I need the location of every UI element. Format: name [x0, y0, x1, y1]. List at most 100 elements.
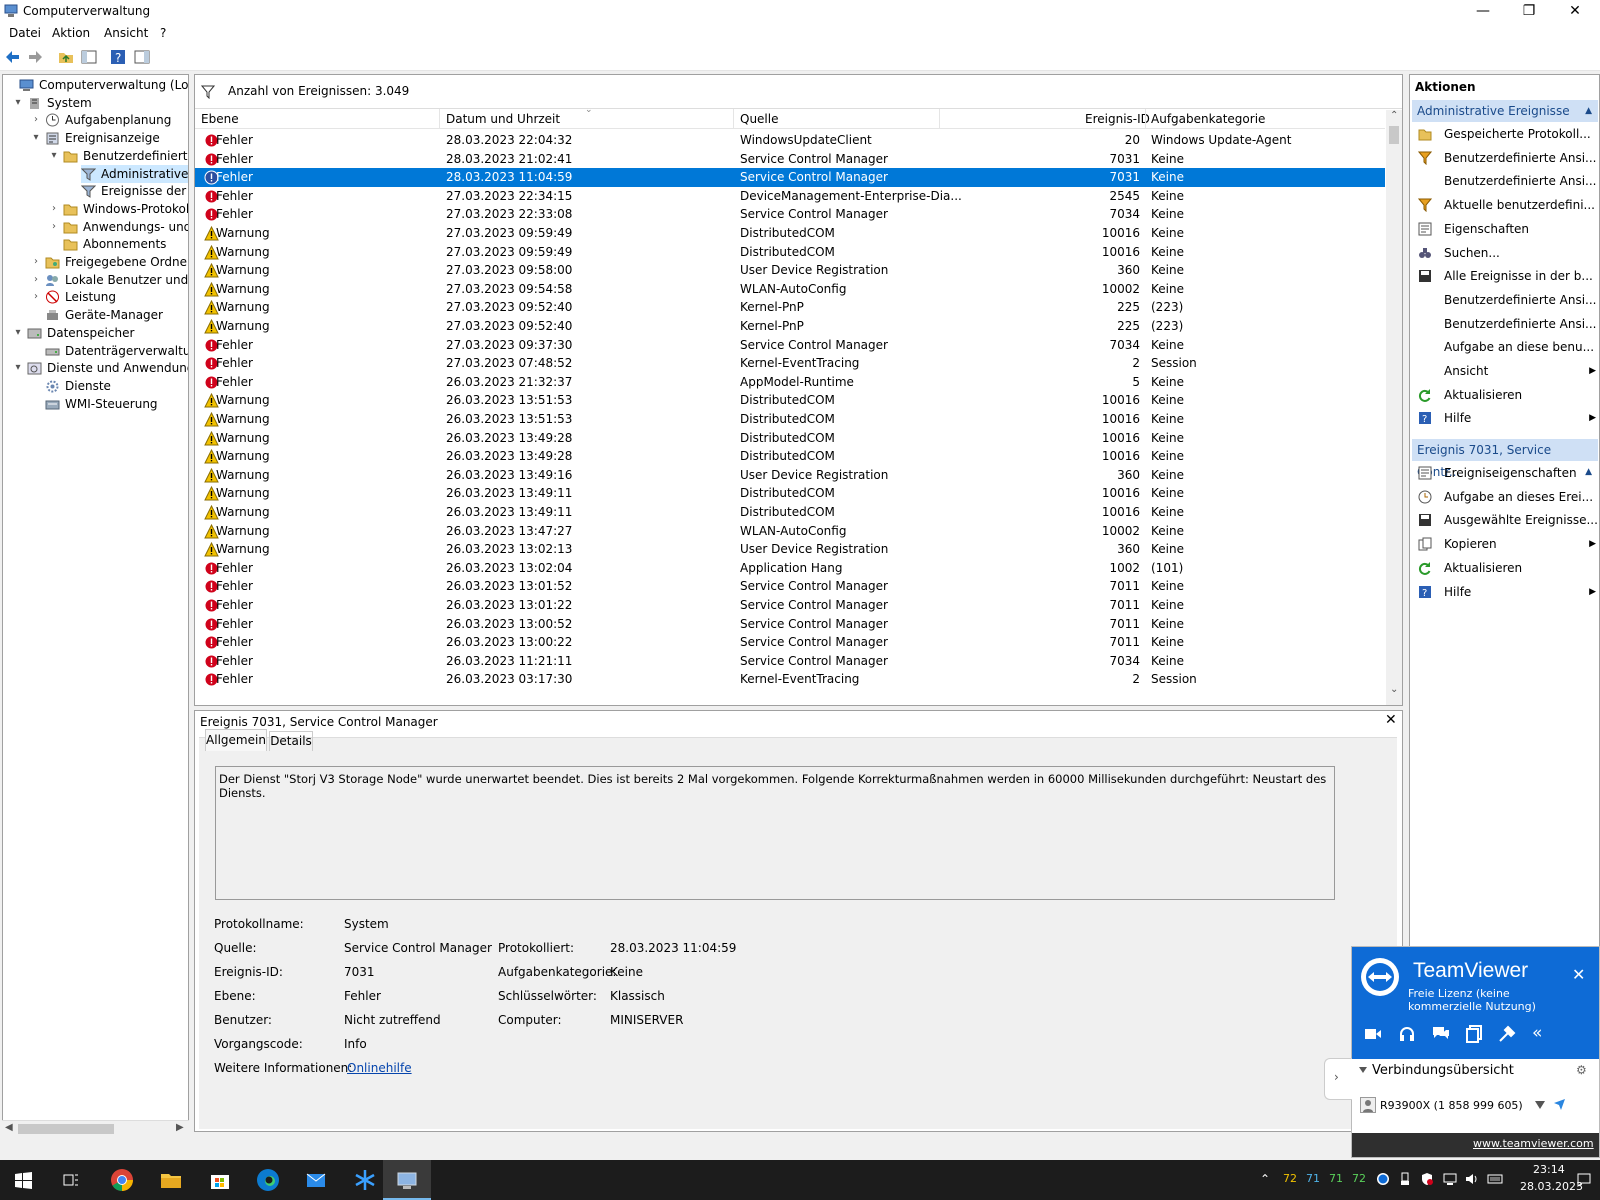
headset-icon[interactable]	[1398, 1025, 1416, 1043]
tree-item[interactable]: Computerverwaltung (Lokal)	[3, 76, 188, 94]
event-row[interactable]: Warnung 26.03.2023 13:49:28 DistributedCOM…	[195, 447, 1385, 466]
tree-item[interactable]: › Windows-Protokolle	[3, 200, 188, 218]
event-row[interactable]: Warnung 26.03.2023 13:51:53 DistributedCOM…	[195, 391, 1385, 410]
keyboard-icon[interactable]	[1487, 1172, 1503, 1186]
tree-item[interactable]: ▾ Dienste und Anwendungen	[3, 359, 188, 377]
col-level[interactable]: Ebene	[201, 112, 239, 126]
col-date[interactable]: Datum und Uhrzeit	[446, 112, 560, 126]
taskbar-active-app[interactable]	[383, 1160, 431, 1200]
up-folder-icon[interactable]	[58, 49, 74, 65]
event-row[interactable]: Warnung 26.03.2023 13:49:11 DistributedCOM…	[195, 503, 1385, 522]
collapse-icon[interactable]: ▲	[1585, 100, 1592, 122]
tree-item[interactable]: ▾ Benutzerdefinierte A	[3, 147, 188, 165]
action-item[interactable]: Benutzerdefinierte Ansi...	[1410, 146, 1599, 170]
action-item[interactable]: Eigenschaften	[1410, 217, 1599, 241]
tree-item[interactable]: Dienste	[3, 377, 187, 395]
action-item[interactable]: Aufgabe an dieses Erei...	[1410, 485, 1599, 509]
tree-item[interactable]: Administrative E	[3, 164, 188, 183]
scroll-left-icon[interactable]: ◀	[5, 1122, 13, 1133]
event-row[interactable]: Fehler 27.03.2023 22:33:08 Service Control…	[195, 205, 1385, 224]
tree-item[interactable]: WMI-Steuerung	[3, 395, 187, 413]
forward-icon[interactable]	[27, 49, 43, 65]
tree-item[interactable]: Datenträgerverwaltung	[3, 342, 188, 360]
event-row[interactable]: Warnung 27.03.2023 09:54:58 WLAN-AutoConfi…	[195, 280, 1385, 299]
col-event-id[interactable]: Ereignis-ID	[1085, 112, 1150, 126]
expanded-chevron-icon[interactable]: ▾	[13, 324, 23, 342]
event-row[interactable]: Fehler 26.03.2023 11:21:11 Service Control…	[195, 652, 1385, 671]
network-icon[interactable]	[1443, 1172, 1457, 1186]
show-hide-action-icon[interactable]	[134, 49, 150, 65]
event-row[interactable]: Fehler 28.03.2023 21:02:41 Service Control…	[195, 150, 1385, 169]
event-row[interactable]: Fehler 26.03.2023 03:17:30 Kernel-EventTra…	[195, 670, 1385, 689]
event-row[interactable]: Warnung 26.03.2023 13:49:16 User Device Re…	[195, 466, 1385, 485]
event-row[interactable]: Fehler 26.03.2023 13:00:22 Service Control…	[195, 633, 1385, 652]
minimize-button[interactable]: —	[1460, 0, 1506, 23]
tree-item[interactable]: Geräte-Manager	[3, 306, 187, 324]
menu-datei[interactable]: Datei	[9, 26, 41, 40]
event-row[interactable]: Fehler 27.03.2023 22:34:15 DeviceManagemen…	[195, 187, 1385, 206]
teamviewer-tray-icon[interactable]	[1376, 1172, 1390, 1186]
col-category[interactable]: Aufgabenkategorie	[1151, 112, 1265, 126]
action-item[interactable]: Aktuelle benutzerdefini...	[1410, 193, 1599, 217]
expanded-chevron-icon[interactable]: ▾	[13, 94, 23, 112]
tree-horizontal-scrollbar[interactable]: ◀ ▶	[2, 1120, 189, 1136]
event-row[interactable]: Fehler 26.03.2023 13:00:52 Service Control…	[195, 615, 1385, 634]
tree-item[interactable]: Abonnements	[3, 235, 187, 253]
expand-down-icon[interactable]	[1358, 1065, 1368, 1075]
tree-item[interactable]: ▾ Datenspeicher	[3, 324, 187, 342]
event-list-scrollbar[interactable]: ⌃ ⌄	[1386, 110, 1402, 705]
menu-help[interactable]: ?	[160, 26, 166, 40]
store-icon[interactable]	[206, 1166, 234, 1194]
event-row[interactable]: Warnung 27.03.2023 09:59:49 DistributedCOM…	[195, 243, 1385, 262]
tree-item[interactable]: › Freigegebene Ordner	[3, 253, 188, 271]
scroll-right-icon[interactable]: ▶	[176, 1122, 184, 1133]
action-item[interactable]: Suchen...	[1410, 241, 1599, 265]
event-row[interactable]: Warnung 26.03.2023 13:02:13 User Device Re…	[195, 540, 1385, 559]
chevron-right-icon[interactable]: ›	[1334, 1070, 1339, 1084]
action-item[interactable]: Aufgabe an diese benu...	[1410, 335, 1599, 359]
expanded-chevron-icon[interactable]: ▾	[31, 129, 41, 147]
action-item[interactable]: Ausgewählte Ereignisse...	[1410, 508, 1599, 532]
event-row[interactable]: Fehler 27.03.2023 09:37:30 Service Control…	[195, 336, 1385, 355]
collapsed-chevron-icon[interactable]: ›	[31, 111, 41, 129]
action-item[interactable]: Aktualisieren	[1410, 383, 1599, 407]
action-item[interactable]: ? Hilfe ▶	[1410, 580, 1599, 604]
collapsed-chevron-icon[interactable]: ›	[31, 288, 41, 306]
action-item[interactable]: Kopieren ▶	[1410, 532, 1599, 556]
tree-item[interactable]: Ereignisse der Zu	[3, 182, 188, 200]
task-view-icon[interactable]	[57, 1166, 85, 1194]
action-item[interactable]: Ereigniseigenschaften	[1410, 461, 1599, 485]
video-icon[interactable]	[1364, 1027, 1382, 1041]
tree-item[interactable]: ▾ System	[3, 94, 187, 112]
connection-entry[interactable]: R93900X (1 858 999 605)	[1380, 1099, 1523, 1112]
action-item[interactable]: Benutzerdefinierte Ansi...	[1410, 169, 1599, 193]
online-help-link[interactable]: Onlinehilfe	[347, 1061, 412, 1075]
event-row[interactable]: Fehler 28.03.2023 11:04:59 Service Control…	[195, 168, 1385, 188]
action-item[interactable]: Gespeicherte Protokoll...	[1410, 122, 1599, 146]
section-event-7031[interactable]: Ereignis 7031, Service Contr... ▲	[1412, 439, 1598, 479]
teamviewer-side-tab[interactable]: ›	[1324, 1058, 1352, 1100]
files-icon[interactable]	[1466, 1025, 1482, 1043]
collapsed-chevron-icon[interactable]: ›	[31, 253, 41, 271]
dropdown-icon[interactable]	[1535, 1101, 1545, 1109]
scroll-up-icon[interactable]: ⌃	[1390, 110, 1398, 121]
menu-ansicht[interactable]: Ansicht	[104, 26, 148, 40]
file-explorer-icon[interactable]	[157, 1166, 185, 1194]
chrome-icon[interactable]	[108, 1166, 136, 1194]
snowflake-app-icon[interactable]	[351, 1166, 379, 1194]
tree-item[interactable]: › Anwendungs- und D	[3, 218, 188, 236]
teamviewer-link[interactable]: www.teamviewer.com	[1473, 1137, 1594, 1150]
event-row[interactable]: Warnung 26.03.2023 13:49:11 DistributedCOM…	[195, 484, 1385, 503]
tree-item[interactable]: › Leistung	[3, 288, 187, 306]
action-item[interactable]: Benutzerdefinierte Ansi...	[1410, 288, 1599, 312]
maximize-button[interactable]: ❐	[1506, 0, 1552, 23]
cursor-icon[interactable]	[1553, 1098, 1566, 1111]
action-item[interactable]: Aktualisieren	[1410, 556, 1599, 580]
scroll-thumb[interactable]	[18, 1124, 114, 1134]
tree-item[interactable]: › Aufgabenplanung	[3, 111, 187, 129]
help-icon[interactable]: ?	[110, 49, 126, 65]
clock-time[interactable]: 23:14	[1533, 1163, 1565, 1176]
expanded-chevron-icon[interactable]: ▾	[13, 359, 23, 377]
chat-icon[interactable]	[1432, 1025, 1450, 1043]
close-icon[interactable]: ✕	[1385, 712, 1397, 728]
